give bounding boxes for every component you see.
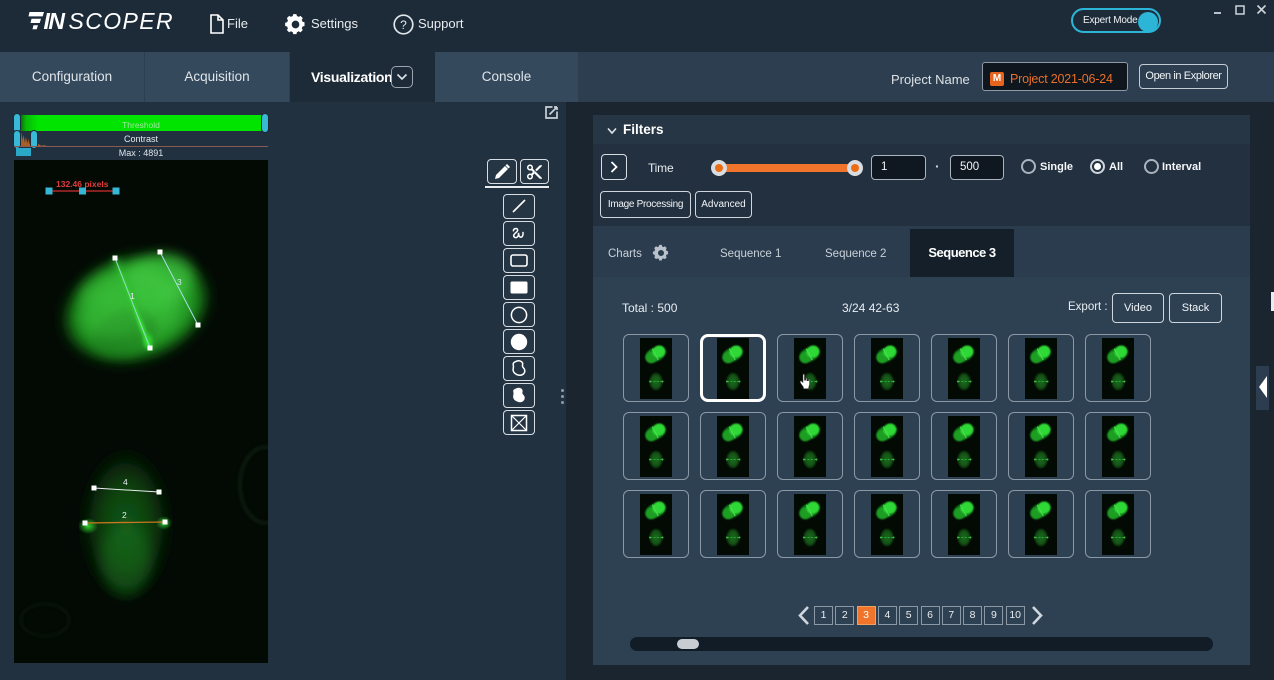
- svg-text:4: 4: [123, 477, 128, 487]
- svg-text:2: 2: [122, 510, 127, 520]
- svg-text:?: ?: [400, 18, 407, 32]
- svg-text:IN: IN: [44, 8, 66, 34]
- svg-text:3: 3: [177, 277, 182, 287]
- svg-text:SCOPER: SCOPER: [69, 8, 175, 34]
- svg-text:1: 1: [130, 291, 135, 301]
